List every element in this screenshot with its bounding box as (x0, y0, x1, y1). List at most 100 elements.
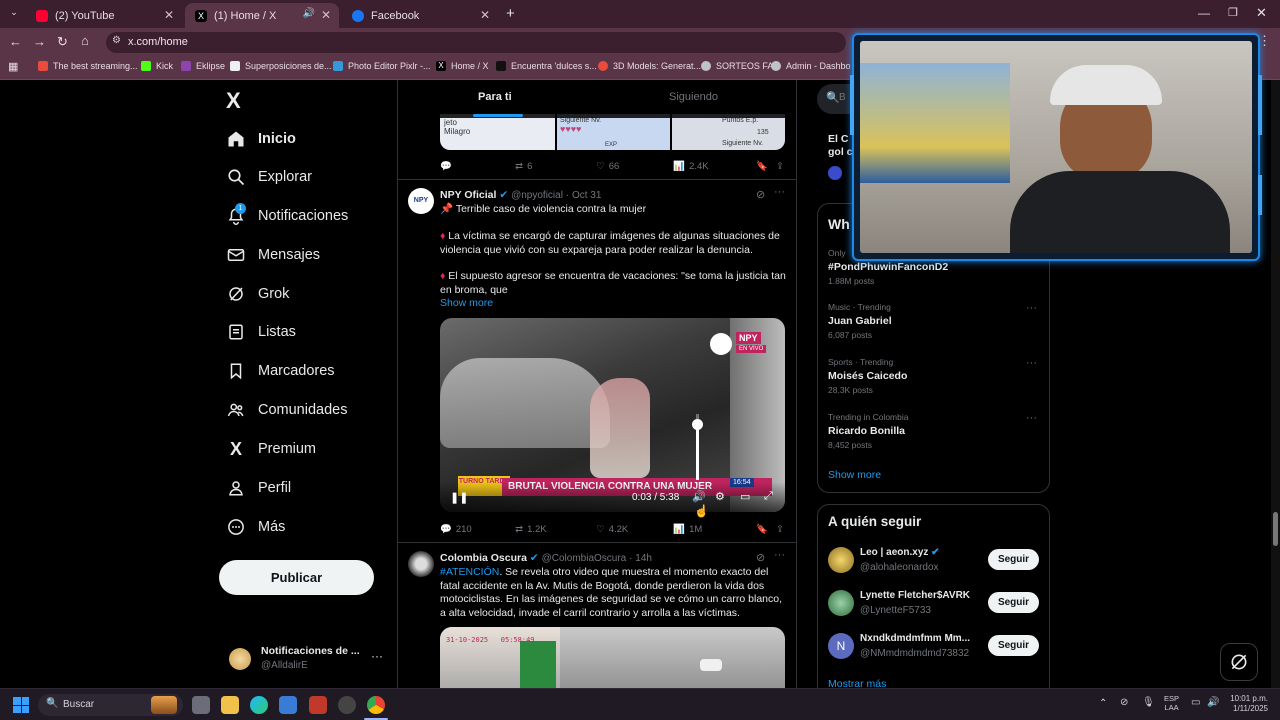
minimize-button[interactable]: — (1198, 6, 1210, 20)
like-button[interactable]: ♡ 4.2K (596, 521, 673, 537)
nav-bookmarks[interactable]: Marcadores (226, 356, 335, 386)
hashtag-link[interactable]: #ATENCIÓN (440, 566, 499, 578)
views-button[interactable]: 📊 2.4K (673, 158, 756, 174)
store-icon[interactable] (279, 696, 297, 714)
settings-icon[interactable]: ⚙ (715, 490, 725, 503)
page-scrollbar[interactable] (1271, 80, 1280, 688)
volume-icon[interactable]: 🔊 (692, 490, 706, 503)
bookmark-item[interactable]: Superposiciones de... (230, 61, 332, 71)
like-button[interactable]: ♡ 66 (596, 158, 673, 174)
speaker-icon[interactable]: 🔊 (303, 8, 315, 19)
new-tab-button[interactable]: + (506, 5, 515, 22)
bookmark-item[interactable]: Eklipse (181, 61, 225, 71)
nav-messages[interactable]: Mensajes (226, 240, 320, 270)
pip-icon[interactable]: ▭ (740, 490, 750, 503)
bookmark-item[interactable]: SORTEOS FA (701, 61, 773, 71)
reload-icon[interactable]: ↻ (57, 34, 68, 50)
trends-show-more[interactable]: Show more (828, 469, 881, 481)
volume-icon[interactable]: 🔊 (1207, 697, 1219, 708)
site-info-icon[interactable]: ⚙ (112, 35, 121, 46)
share-icon[interactable]: ⇪ (776, 521, 784, 537)
more-dots-icon[interactable]: ··· (1026, 357, 1037, 369)
follow-button[interactable]: Seguir (988, 635, 1039, 656)
taskbar-search[interactable]: 🔍 Buscar (38, 694, 183, 716)
tab-x-home[interactable]: X (1) Home / X 🔊 ✕ (185, 3, 339, 28)
file-explorer-icon[interactable] (221, 696, 239, 714)
author-handle[interactable]: @npyoficial (511, 190, 563, 201)
more-dots-icon[interactable]: ··· (774, 549, 785, 561)
edge-icon[interactable] (250, 696, 268, 714)
close-icon[interactable]: ✕ (480, 8, 490, 22)
tab-youtube[interactable]: (2) YouTube ✕ (26, 3, 182, 28)
follow-suggestion[interactable]: Lynette Fletcher$AVRK @LynetteF5733 Segu… (818, 586, 1051, 622)
tweet2-video[interactable]: 31-10-2025 05:58:49 (440, 627, 785, 688)
close-window-button[interactable]: ✕ (1256, 5, 1267, 21)
post-button[interactable]: Publicar (219, 560, 374, 595)
restore-button[interactable]: ❐ (1228, 6, 1238, 19)
more-dots-icon[interactable]: ··· (371, 649, 383, 663)
nav-more[interactable]: Más (226, 512, 285, 542)
reply-button[interactable]: 💬 210 (440, 521, 515, 537)
back-icon[interactable]: ← (9, 34, 22, 49)
nav-explore[interactable]: Explorar (226, 162, 312, 192)
author-name[interactable]: NPY Oficial (440, 189, 496, 201)
more-dots-icon[interactable]: ··· (1026, 412, 1037, 424)
avatar[interactable] (408, 551, 434, 577)
bookmark-item[interactable]: X Home / X (436, 61, 489, 71)
volume-knob[interactable] (692, 418, 703, 430)
follow-suggestion[interactable]: Leo | aeon.xyz ✔ @alohaleonardox Seguir (818, 543, 1051, 579)
author-handle[interactable]: @ColombiaOscura (542, 553, 627, 564)
bookmark-item[interactable]: 3D Models: Generat... (598, 61, 701, 71)
fullscreen-icon[interactable]: ⤢ (764, 490, 773, 503)
tab-following[interactable]: Siguiendo (669, 91, 718, 103)
nav-communities[interactable]: Comunidades (226, 395, 347, 425)
windows-start-icon[interactable] (13, 697, 29, 713)
show-more-link[interactable]: Show more (440, 297, 788, 311)
repost-button[interactable]: ⇄ 1.2K (515, 521, 596, 537)
url-field[interactable]: ⚙ x.com/home (106, 32, 846, 53)
tab-search-icon[interactable]: ⌄ (6, 7, 22, 21)
task-view-icon[interactable] (192, 696, 210, 714)
nav-home[interactable]: Inicio (226, 124, 296, 154)
volume-slider[interactable] (692, 414, 703, 480)
views-button[interactable]: 📊 1M (673, 521, 756, 537)
forward-icon[interactable]: → (33, 34, 46, 49)
repost-button[interactable]: ⇄ 6 (515, 158, 596, 174)
reply-button[interactable]: 💬 (440, 158, 515, 174)
home-browser-icon[interactable]: ⌂ (81, 33, 89, 48)
x-logo[interactable]: X (226, 88, 241, 114)
microphone-icon[interactable]: 🎙 (1142, 697, 1155, 708)
grok-icon[interactable]: ⊘ (756, 551, 765, 564)
nav-grok[interactable]: Grok (226, 279, 289, 309)
apps-icon[interactable]: ▦ (8, 60, 18, 73)
follow-button[interactable]: Seguir (988, 592, 1039, 613)
tweet-video[interactable]: NPY EN VIVO TURNO TARDE BRUTAL VIOLENCIA… (440, 318, 785, 512)
app-icon[interactable] (309, 696, 327, 714)
previous-tweet-media[interactable]: jeto Milagro Siguiente Nv. ♥♥♥♥ EXP Punt… (440, 114, 785, 150)
nav-lists[interactable]: Listas (226, 317, 296, 347)
close-icon[interactable]: ✕ (321, 8, 331, 22)
display-icon[interactable]: ▭ (1191, 697, 1200, 708)
grok-icon[interactable]: ⊘ (756, 188, 765, 201)
follow-suggestion[interactable]: N Nxndkdmdmfmm Mm... @NMmdmdmdmd73832 Se… (818, 629, 1051, 665)
language-indicator[interactable]: ESP LAA (1164, 694, 1179, 712)
nav-notifications[interactable]: 1 Notificaciones (226, 201, 348, 231)
account-switcher[interactable]: Notificaciones de ... @AlldalirE ··· (219, 640, 389, 676)
bookmark-icon[interactable]: 🔖 (756, 521, 776, 537)
chrome-icon[interactable] (367, 696, 385, 714)
author-name[interactable]: Colombia Oscura (440, 552, 527, 564)
trend-item[interactable]: Music · Trending Juan Gabriel 6,087 post… (828, 302, 1040, 340)
bookmark-item[interactable]: Admin - Dashbo (771, 61, 851, 71)
bookmark-item[interactable]: Photo Editor Pixlr -... (333, 61, 431, 71)
more-dots-icon[interactable]: ··· (774, 186, 785, 198)
trend-item[interactable]: Trending in Colombia Ricardo Bonilla 8,4… (828, 412, 1040, 450)
tab-for-you[interactable]: Para ti (478, 91, 512, 103)
trend-item[interactable]: Sports · Trending Moisés Caicedo 28.3K p… (828, 357, 1040, 395)
bookmark-item[interactable]: Kick (141, 61, 173, 71)
tweet-date[interactable]: · Oct 31 (566, 190, 602, 201)
bookmark-item[interactable]: Encuentra 'dulces s... (496, 61, 597, 71)
tweet-date[interactable]: · 14h (629, 553, 652, 564)
bookmark-item[interactable]: The best streaming... (38, 61, 138, 71)
share-icon[interactable]: ⇪ (776, 158, 784, 174)
pause-icon[interactable]: ❚❚ (450, 491, 468, 504)
